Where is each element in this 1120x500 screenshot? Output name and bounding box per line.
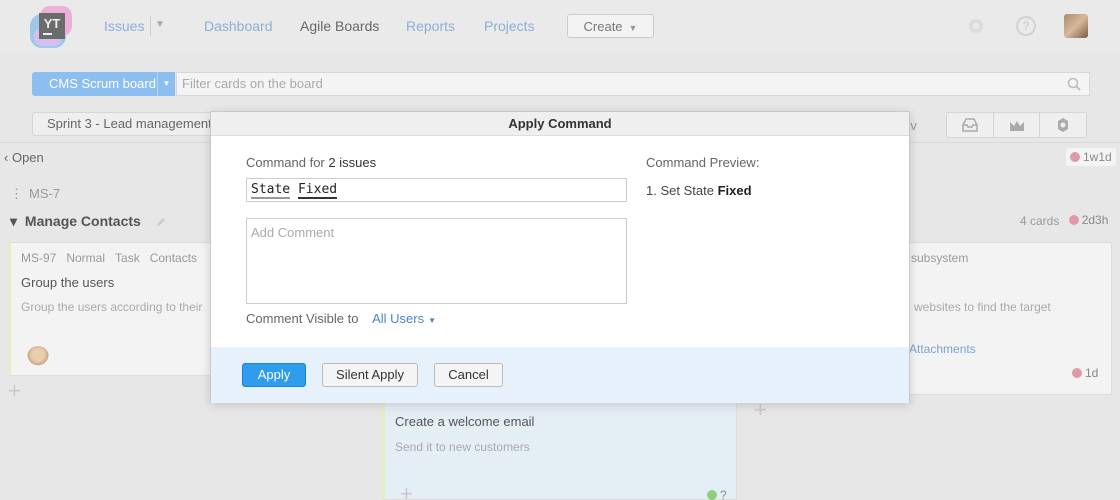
dialog-title: Apply Command xyxy=(211,112,909,136)
swimlane-summary: 4 cards 2d3h xyxy=(1020,213,1109,228)
inbox-icon[interactable] xyxy=(947,113,994,137)
comment-visibility-row: Comment Visible to All Users ▼ xyxy=(246,311,437,326)
issue-card[interactable]: MS-97 Normal Task Contacts Group the use… xyxy=(8,242,213,376)
add-card-plus-icon[interactable]: + xyxy=(8,378,21,404)
card-meta: MS-97 Normal Task Contacts xyxy=(21,251,197,265)
card-title[interactable]: Create a welcome email xyxy=(395,414,534,429)
parent-issue-label[interactable]: ⋮ MS-7 xyxy=(10,186,60,202)
card-time-badge: 1d xyxy=(1072,366,1098,380)
column-header-open[interactable]: ‹ Open xyxy=(4,150,44,165)
issue-count: 2 issues xyxy=(328,155,377,170)
command-preview-text: 1. Set State Fixed xyxy=(646,183,752,198)
cancel-button[interactable]: Cancel xyxy=(434,363,503,387)
card-description: Group the users according to their xyxy=(21,300,203,314)
command-preview-label: Command Preview: xyxy=(646,155,760,170)
card-subsystem: subsystem xyxy=(911,251,969,265)
nav-separator xyxy=(150,16,151,36)
card-priority: Normal xyxy=(66,251,106,265)
board-selector-button[interactable]: CMS Scrum board ▼ xyxy=(32,72,175,96)
board-settings-gear-icon[interactable] xyxy=(1040,113,1086,137)
silent-apply-button[interactable]: Silent Apply xyxy=(322,363,418,387)
nav-agile-boards[interactable]: Agile Boards xyxy=(300,18,379,34)
card-subsystem: Contacts xyxy=(149,251,198,265)
apply-button[interactable]: Apply xyxy=(242,363,306,387)
nav-reports[interactable]: Reports xyxy=(406,18,455,34)
nav-dashboard[interactable]: Dashboard xyxy=(204,18,273,34)
burndown-chart-icon[interactable] xyxy=(994,113,1041,137)
add-card-plus-icon[interactable]: + xyxy=(400,481,413,500)
apply-command-dialog: Apply Command Command for 2 issues State… xyxy=(210,111,910,403)
card-type: Task xyxy=(115,251,140,265)
assignee-avatar[interactable] xyxy=(27,346,49,368)
nav-issues[interactable]: Issues xyxy=(104,18,144,34)
sprint-selector[interactable]: Sprint 3 - Lead management xyxy=(32,112,222,136)
issue-card[interactable]: Create a welcome email Send it to new cu… xyxy=(382,392,737,500)
edit-pencil-icon[interactable] xyxy=(155,216,167,228)
time-badge: 1w1d xyxy=(1066,148,1116,166)
card-description: websites to find the target xyxy=(914,300,1051,314)
settings-gear-icon[interactable] xyxy=(966,16,986,36)
dialog-footer: Apply Silent Apply Cancel xyxy=(211,347,909,403)
help-icon[interactable]: ? xyxy=(1016,16,1036,36)
search-icon[interactable] xyxy=(1067,77,1081,91)
card-title[interactable]: Group the users xyxy=(21,275,114,290)
attachments-link[interactable]: Attachments xyxy=(909,342,976,356)
board-dropdown-caret-icon[interactable]: ▼ xyxy=(157,72,175,96)
card-id[interactable]: MS-97 xyxy=(21,251,56,265)
filter-cards-input[interactable]: Filter cards on the board xyxy=(176,72,1090,96)
add-comment-textarea[interactable]: Add Comment xyxy=(246,218,627,304)
card-description: Send it to new customers xyxy=(395,440,530,454)
board-tools-group xyxy=(946,112,1087,138)
issues-dropdown-caret-icon[interactable]: ▼ xyxy=(155,19,165,30)
card-time-badge: ? xyxy=(707,488,727,500)
create-button[interactable]: Create ▼ xyxy=(567,14,654,38)
command-input[interactable]: State Fixed xyxy=(246,178,627,202)
swimlane-title[interactable]: ▾ Manage Contacts xyxy=(10,213,167,230)
nav-projects[interactable]: Projects xyxy=(484,18,535,34)
youtrack-logo[interactable]: YT xyxy=(30,6,74,48)
command-for-label: Command for 2 issues xyxy=(246,155,377,170)
visibility-dropdown[interactable]: All Users ▼ xyxy=(372,311,436,326)
user-avatar[interactable] xyxy=(1064,14,1088,38)
top-header: YT Issues ▼ Dashboard Agile Boards Repor… xyxy=(0,0,1120,52)
